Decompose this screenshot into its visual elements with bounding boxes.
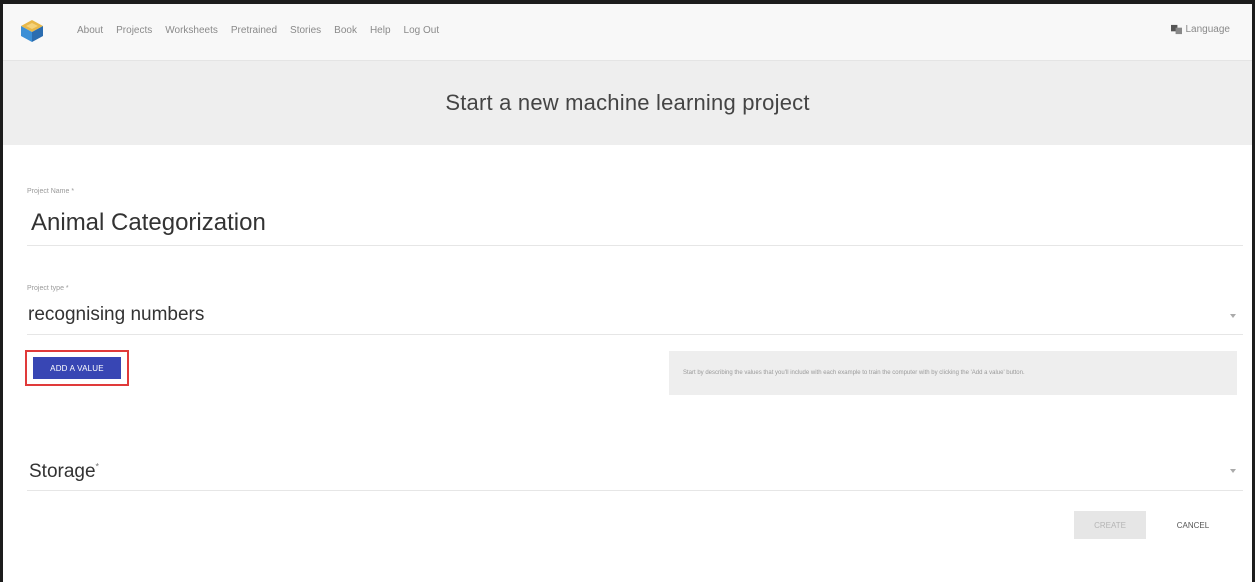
storage-underline [27,490,1243,491]
nav-link-help[interactable]: Help [370,25,391,36]
nav-link-stories[interactable]: Stories [290,25,321,36]
language-menu[interactable]: Language [1170,24,1231,35]
top-navbar: About Projects Worksheets Pretrained Sto… [3,4,1252,61]
translate-icon [1170,24,1182,35]
nav-link-about[interactable]: About [77,25,103,36]
cancel-button[interactable]: CANCEL [1161,511,1225,539]
add-value-button[interactable]: ADD A VALUE [33,357,121,379]
project-name-input[interactable]: Animal Categorization [31,209,266,237]
nav-link-book[interactable]: Book [334,25,357,36]
project-name-underline [27,245,1243,246]
project-type-label: Project type * [27,285,69,292]
nav-link-worksheets[interactable]: Worksheets [165,25,218,36]
chevron-down-icon[interactable] [1229,312,1237,320]
storage-chevron-down-icon[interactable] [1229,467,1237,475]
project-name-label: Project Name * [27,188,75,195]
storage-select[interactable]: Storage* [29,461,99,483]
hint-box: Start by describing the values that you'… [669,351,1237,395]
logo-icon[interactable] [20,19,44,43]
storage-label: Storage [29,461,96,482]
page-header: Start a new machine learning project [3,61,1252,145]
app-window: About Projects Worksheets Pretrained Sto… [0,0,1255,582]
page-title: Start a new machine learning project [445,90,810,115]
storage-required-mark: * [95,461,100,472]
project-type-select[interactable]: recognising numbers [28,304,204,326]
nav-link-pretrained[interactable]: Pretrained [231,25,277,36]
nav-links: About Projects Worksheets Pretrained Sto… [77,25,452,36]
project-type-underline [27,334,1243,335]
nav-link-projects[interactable]: Projects [116,25,152,36]
hint-text: Start by describing the values that you'… [683,370,1025,376]
language-label: Language [1185,24,1231,35]
create-button[interactable]: CREATE [1074,511,1146,539]
nav-link-logout[interactable]: Log Out [404,25,440,36]
